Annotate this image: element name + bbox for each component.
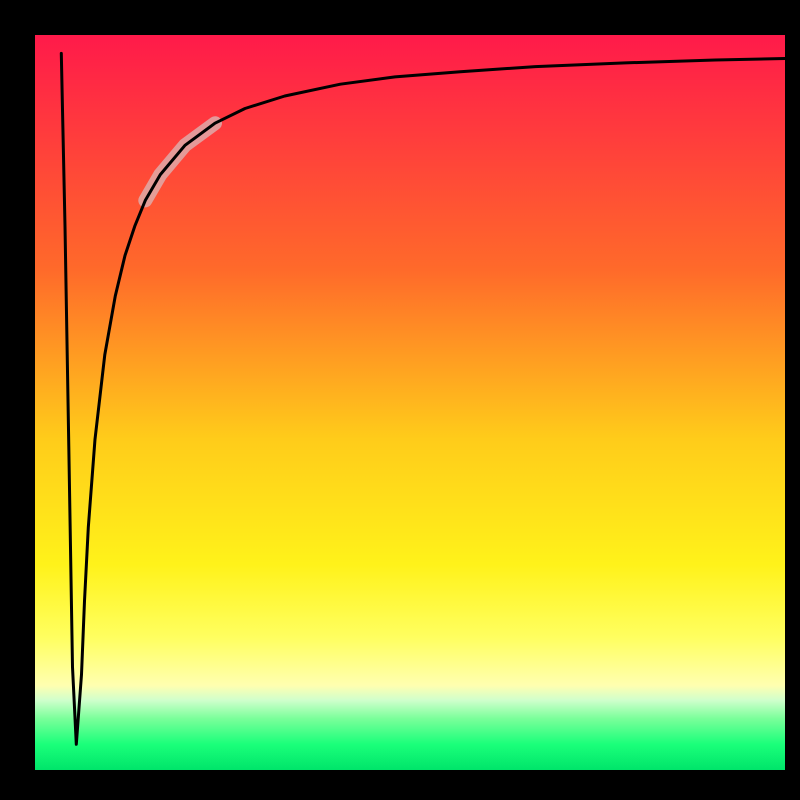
bottleneck-chart xyxy=(0,0,800,800)
chart-container: TheBottleneck.com xyxy=(0,0,800,800)
plot-background xyxy=(35,35,785,770)
